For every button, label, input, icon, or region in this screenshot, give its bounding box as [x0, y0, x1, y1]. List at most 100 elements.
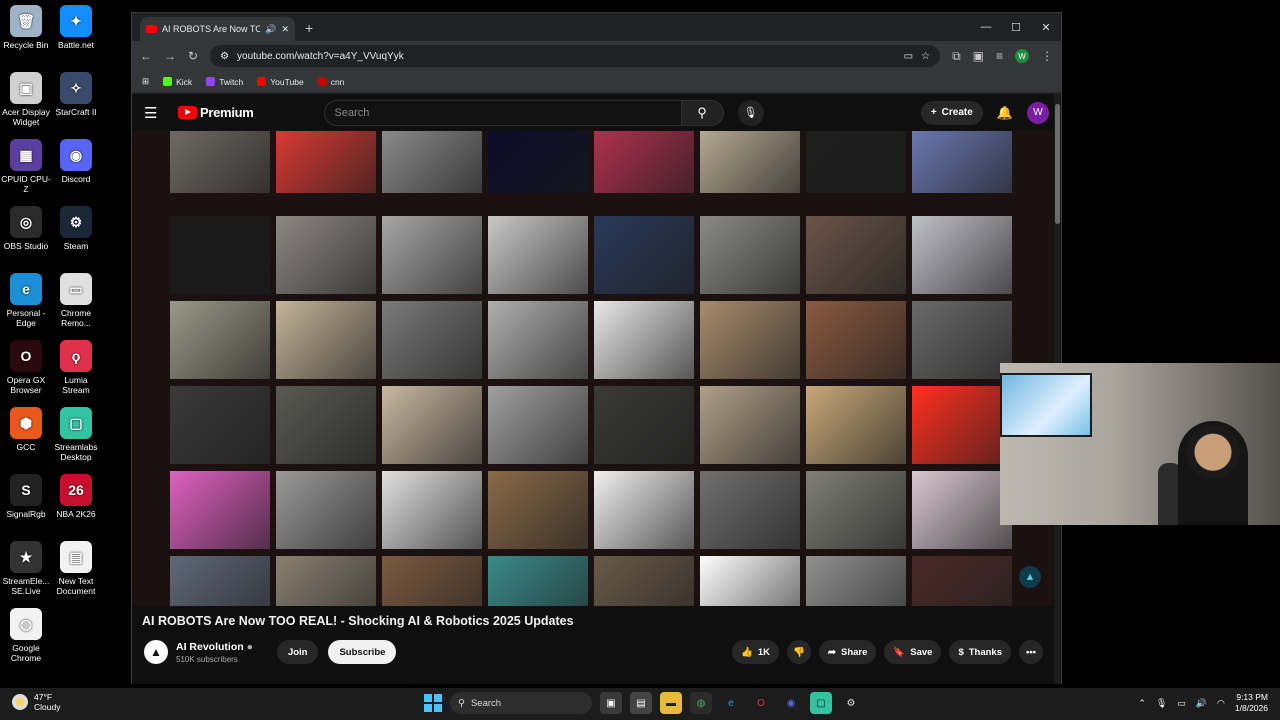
logo-text: Premium: [200, 105, 254, 120]
desktop-icon-steam[interactable]: ⚙ Steam: [50, 206, 102, 251]
thanks-button[interactable]: $ Thanks: [949, 640, 1011, 664]
widgets-icon[interactable]: ▤: [630, 692, 652, 714]
collage-frame: [912, 131, 1012, 193]
collage-frame: [488, 556, 588, 606]
cast-icon[interactable]: ▭: [904, 51, 913, 62]
weather-widget[interactable]: 47°F Cloudy: [12, 692, 60, 712]
new-tab-button[interactable]: +: [305, 20, 313, 36]
desktop-icon-lumia-stream[interactable]: ϙ Lumia Stream: [50, 340, 102, 395]
save-button[interactable]: 🔖 Save: [884, 640, 942, 664]
bookmark-star-icon[interactable]: ☆: [921, 51, 930, 62]
desktop-icon-nba-2k26[interactable]: 26 NBA 2K26: [50, 474, 102, 519]
split-view-icon[interactable]: ▣: [973, 49, 984, 63]
desktop-icon-label: Battle.net: [58, 40, 94, 50]
microphone-tray-icon[interactable]: 🎙: [1156, 698, 1167, 709]
collage-frame: [594, 471, 694, 549]
menu-hamburger-icon[interactable]: ☰: [144, 104, 164, 122]
collage-frame: [488, 301, 588, 379]
minimize-button[interactable]: —: [971, 13, 1001, 41]
collage-frame: [170, 301, 270, 379]
create-button[interactable]: + Create: [920, 100, 983, 125]
search-button[interactable]: ⚲: [681, 99, 724, 126]
apps-grid-icon[interactable]: ⊞: [142, 76, 149, 87]
join-button[interactable]: Join: [276, 640, 319, 664]
desktop-icon-battle-net[interactable]: ✦ Battle.net: [50, 5, 102, 50]
bookmark-cnn[interactable]: cnn: [317, 77, 344, 87]
task-view-icon[interactable]: ▣: [600, 692, 622, 714]
maximize-button[interactable]: ☐: [1001, 13, 1031, 41]
like-button[interactable]: 👍 1K: [732, 640, 780, 664]
desktop-icon-opera-gx-browser[interactable]: O Opera GX Browser: [0, 340, 52, 395]
create-label: Create: [941, 107, 973, 118]
streamlabs-taskbar-icon[interactable]: ▢: [810, 692, 832, 714]
reload-button[interactable]: ↻: [188, 49, 198, 63]
desktop-icon-google-chrome[interactable]: ◍ Google Chrome: [0, 608, 52, 663]
desktop-icon-cpuid-cpu-z[interactable]: ▦ CPUID CPU-Z: [0, 139, 52, 194]
bookmark-twitch[interactable]: Twitch: [206, 77, 243, 87]
video-player[interactable]: ▲: [132, 131, 1053, 606]
channel-name[interactable]: AI Revolution ●: [176, 641, 253, 653]
tab-close-icon[interactable]: ✕: [281, 24, 289, 35]
collage-frame: [382, 301, 482, 379]
volume-icon[interactable]: 🔊: [1196, 698, 1207, 709]
desktop-icon-label: Opera GX Browser: [6, 375, 46, 395]
desktop-icon-obs-studio[interactable]: ◎ OBS Studio: [0, 206, 52, 251]
site-info-icon[interactable]: ⚙: [220, 51, 229, 62]
start-button[interactable]: [424, 694, 442, 712]
desktop-icon-label: New Text Document: [56, 576, 96, 596]
media-controls-icon[interactable]: ≡: [996, 49, 1003, 63]
youtube-premium-logo[interactable]: Premium: [178, 105, 254, 120]
settings-taskbar-icon[interactable]: ⚙: [840, 692, 862, 714]
search-icon: ⚲: [458, 697, 465, 709]
collage-frame: [276, 131, 376, 193]
more-actions-button[interactable]: •••: [1019, 640, 1043, 664]
close-window-button[interactable]: ✕: [1031, 13, 1061, 41]
taskbar-search[interactable]: ⚲ Search: [450, 692, 592, 714]
desktop-icon-acer-display-widget[interactable]: ▣ Acer Display Widget: [0, 72, 52, 127]
file-explorer-icon[interactable]: ▬: [660, 692, 682, 714]
discord-taskbar-icon[interactable]: ◉: [780, 692, 802, 714]
audio-icon[interactable]: 🔊: [265, 24, 276, 35]
back-button[interactable]: ←: [140, 49, 152, 63]
chrome-menu-icon[interactable]: ⋮: [1041, 49, 1053, 63]
notifications-bell-icon[interactable]: 🔔: [997, 105, 1013, 121]
bookmark-kick[interactable]: Kick: [163, 77, 192, 87]
address-bar[interactable]: ⚙ youtube.com/watch?v=a4Y_VVuqYyk ▭ ☆: [210, 45, 941, 67]
display-tray-icon[interactable]: ▭: [1177, 698, 1186, 709]
edge-taskbar-icon[interactable]: e: [720, 692, 742, 714]
channel-avatar[interactable]: ▲: [144, 640, 168, 664]
account-avatar[interactable]: W: [1027, 101, 1049, 124]
desktop-icon-streamlabs-desktop[interactable]: ▢ Streamlabs Desktop: [50, 407, 102, 462]
desktop-icon-chrome-remo-[interactable]: ▭ Chrome Remo...: [50, 273, 102, 328]
search-input[interactable]: Search: [323, 99, 682, 126]
desktop-icon-streamele-se-live[interactable]: ★ StreamEle... SE.Live: [0, 541, 52, 596]
desktop-icon-new-text-document[interactable]: ▤ New Text Document: [50, 541, 102, 596]
profile-avatar[interactable]: W: [1015, 49, 1029, 63]
desktop-icon-recycle-bin[interactable]: 🗑 Recycle Bin: [0, 5, 52, 50]
voice-search-button[interactable]: 🎙: [737, 99, 764, 126]
tray-overflow-icon[interactable]: ⌃: [1138, 698, 1146, 709]
clock[interactable]: 9:13 PM 1/8/2026: [1235, 692, 1268, 714]
desktop-icon-label: OBS Studio: [3, 241, 49, 251]
collage-frame: [594, 131, 694, 193]
bookmark-youtube[interactable]: YouTube: [257, 77, 304, 87]
channel-watermark-icon[interactable]: ▲: [1019, 566, 1041, 588]
desktop-icon-gcc[interactable]: ⬢ GCC: [0, 407, 52, 452]
desktop-icon-discord[interactable]: ◉ Discord: [50, 139, 102, 184]
subscribe-button[interactable]: Subscribe: [328, 640, 397, 664]
chrome-taskbar-icon[interactable]: ◍: [690, 692, 712, 714]
desktop-icon-signalrgb[interactable]: S SignalRgb: [0, 474, 52, 519]
extensions-icon[interactable]: ⧉: [952, 49, 961, 64]
collage-frame: [488, 131, 588, 193]
forward-button[interactable]: →: [164, 49, 176, 63]
tab-youtube-video[interactable]: AI ROBOTS Are Now TOO R 🔊 ✕: [140, 17, 295, 41]
desktop-icon-starcraft-ii[interactable]: ✧ StarCraft II: [50, 72, 102, 117]
opera-gx-taskbar-icon[interactable]: O: [750, 692, 772, 714]
weather-condition: Cloudy: [34, 702, 61, 712]
desktop-icon-personal-edge[interactable]: e Personal - Edge: [0, 273, 52, 328]
scrollbar-thumb[interactable]: [1055, 104, 1060, 224]
share-button[interactable]: ➦ Share: [819, 640, 877, 664]
dislike-button[interactable]: 👎: [787, 640, 812, 664]
windows-taskbar: 47°F Cloudy ⚲ Search ▣ ▤ ▬ ◍ e O ◉ ▢ ⚙ ⌃…: [0, 688, 1280, 720]
wifi-icon[interactable]: ◠: [1217, 698, 1225, 709]
